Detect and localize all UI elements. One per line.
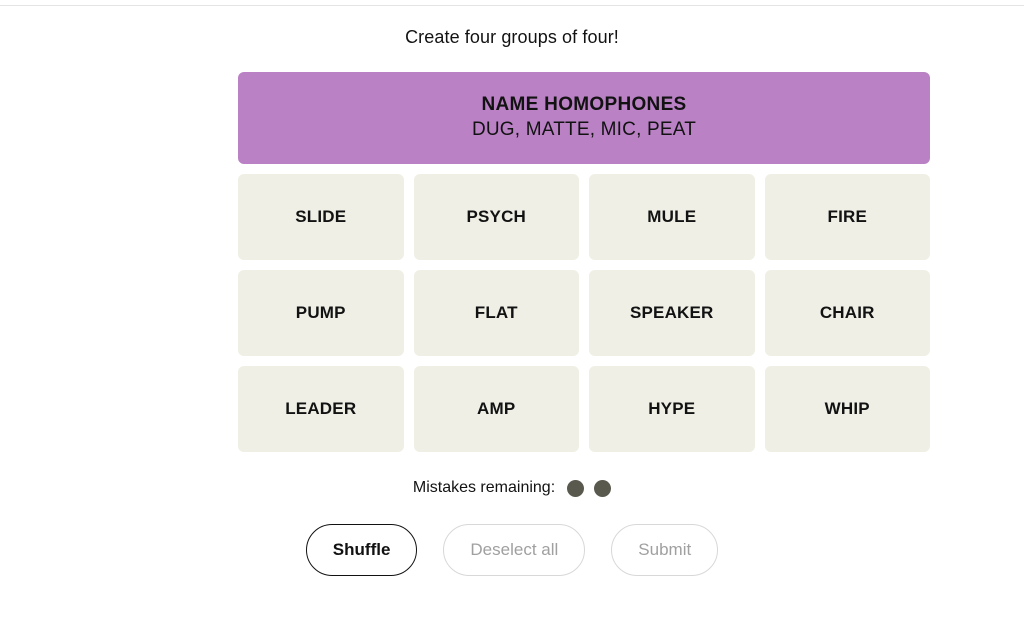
tile-label: FLAT	[474, 303, 518, 322]
tile-label: LEADER	[285, 399, 357, 418]
mistake-dot-icon	[594, 479, 612, 497]
tile-leader[interactable]: LEADER	[238, 366, 404, 452]
mistake-dot-icon	[567, 479, 585, 497]
mistakes-label: Mistakes remaining:	[412, 479, 556, 496]
tile-label: WHIP	[824, 399, 870, 418]
solved-group-title: NAME HOMOPHONES	[481, 94, 687, 115]
tile-label: SLIDE	[295, 207, 347, 226]
game-board: NAME HOMOPHONES DUG, MATTE, MIC, PEAT SL…	[238, 72, 930, 462]
tile-amp[interactable]: AMP	[413, 366, 579, 452]
tile-label: FIRE	[827, 207, 868, 226]
tile-label: PSYCH	[466, 207, 527, 226]
tile-slide[interactable]: SLIDE	[238, 174, 404, 260]
tile-label: CHAIR	[819, 303, 875, 322]
tile-row-1: SLIDE PSYCH MULE FIRE	[238, 174, 930, 260]
tile-pump[interactable]: PUMP	[238, 270, 404, 356]
tile-speaker[interactable]: SPEAKER	[589, 270, 755, 356]
tile-whip[interactable]: WHIP	[764, 366, 930, 452]
tile-label: HYPE	[648, 399, 696, 418]
instruction-text: Create four groups of four!	[405, 27, 619, 47]
mistakes-remaining: Mistakes remaining:	[0, 478, 1024, 498]
tile-fire[interactable]: FIRE	[764, 174, 930, 260]
tile-label: MULE	[647, 207, 697, 226]
tile-row-3: LEADER AMP HYPE WHIP	[238, 366, 930, 452]
top-divider	[0, 5, 1024, 6]
solved-group-members: DUG, MATTE, MIC, PEAT	[471, 119, 697, 140]
tile-chair[interactable]: CHAIR	[764, 270, 930, 356]
submit-button[interactable]: Submit	[611, 524, 719, 576]
tile-label: PUMP	[295, 303, 346, 322]
mistakes-dots	[567, 479, 612, 497]
tile-flat[interactable]: FLAT	[413, 270, 579, 356]
tile-hype[interactable]: HYPE	[589, 366, 755, 452]
tile-label: AMP	[477, 399, 516, 418]
action-buttons: Shuffle Deselect all Submit	[0, 524, 1024, 576]
deselect-all-button[interactable]: Deselect all	[443, 524, 586, 576]
tile-psych[interactable]: PSYCH	[413, 174, 579, 260]
connections-game-page: Create four groups of four! NAME HOMOPHO…	[0, 0, 1024, 631]
tile-row-2: PUMP FLAT SPEAKER CHAIR	[238, 270, 930, 356]
tile-label: SPEAKER	[629, 303, 714, 322]
shuffle-button[interactable]: Shuffle	[305, 524, 418, 576]
tile-mule[interactable]: MULE	[589, 174, 755, 260]
solved-group-purple: NAME HOMOPHONES DUG, MATTE, MIC, PEAT	[238, 72, 930, 164]
